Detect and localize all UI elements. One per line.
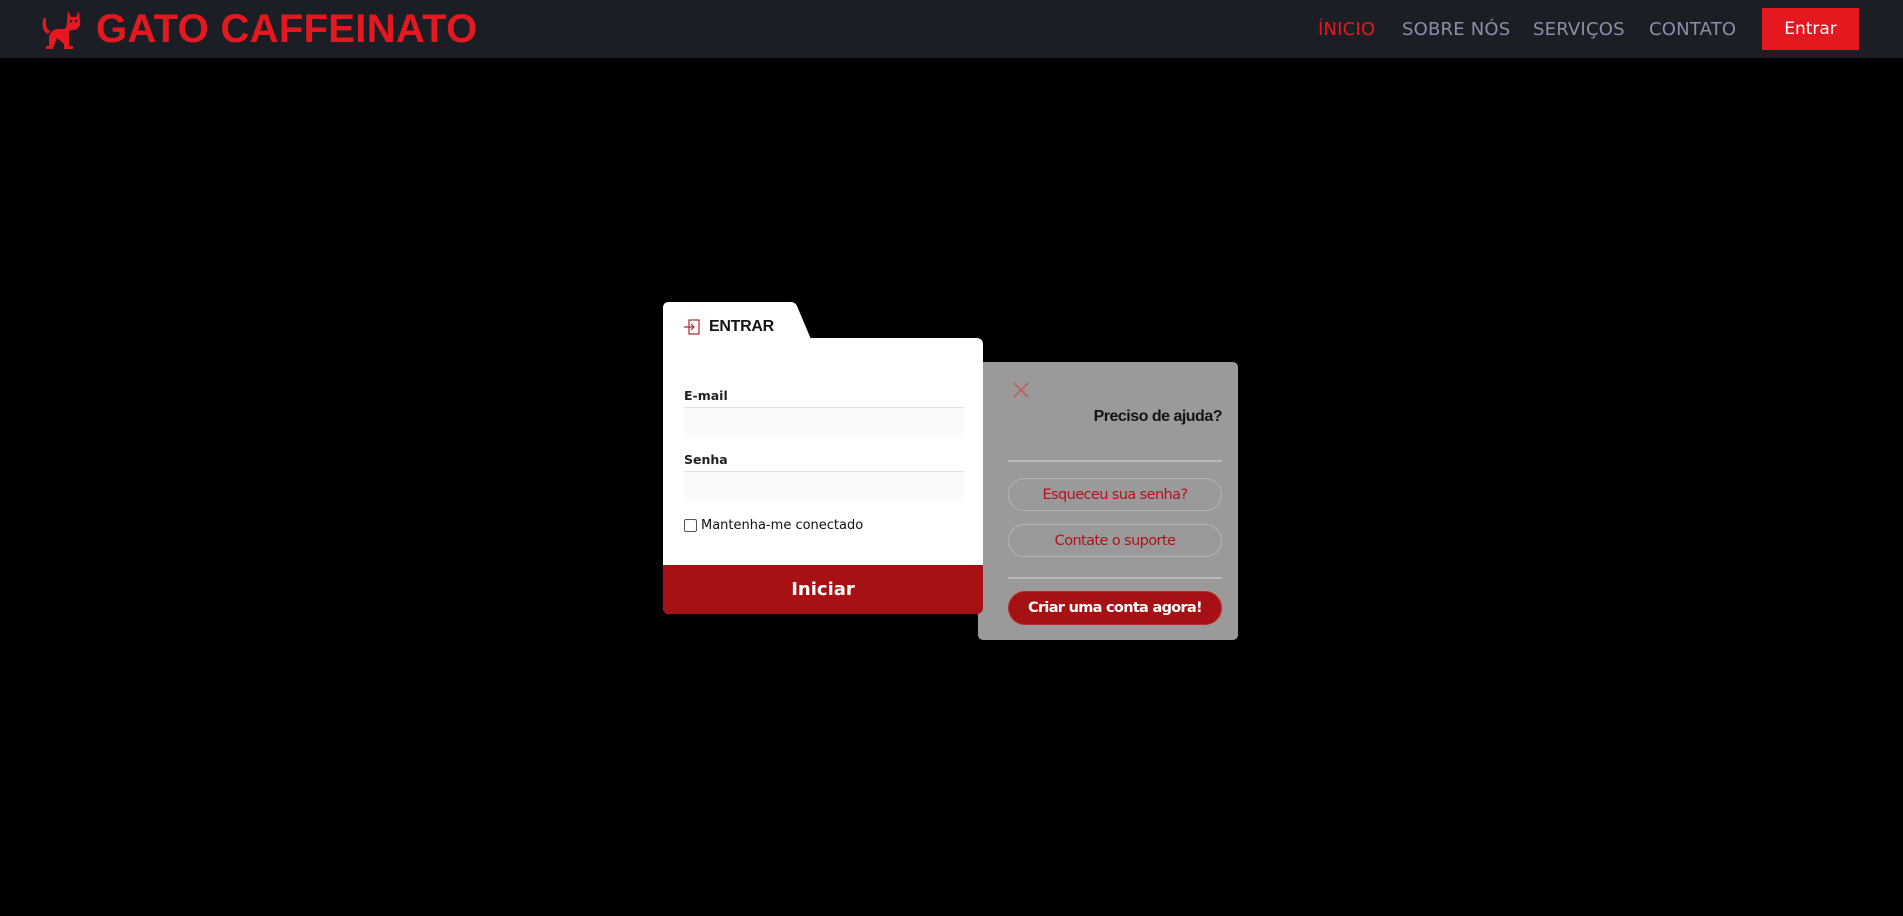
password-label: Senha (684, 452, 728, 467)
login-card: E-mail Senha Mantenha-me conectado Inici… (663, 338, 983, 614)
close-icon[interactable] (1011, 380, 1031, 400)
submit-login-button[interactable]: Iniciar (663, 565, 983, 614)
help-panel: Preciso de ajuda? Esqueceu sua senha? Co… (978, 362, 1238, 640)
contact-support-button[interactable]: Contate o suporte (1008, 524, 1222, 557)
cat-icon (42, 11, 81, 49)
nav-link-contato[interactable]: CONTATO (1649, 0, 1736, 58)
password-field[interactable] (684, 471, 964, 501)
nav-link-sobre-nos[interactable]: SOBRE NÓS (1402, 0, 1510, 58)
nav-link-inicio[interactable]: ÍNICIO (1318, 0, 1375, 58)
header-login-button[interactable]: Entrar (1762, 8, 1859, 50)
nav-link-servicos[interactable]: SERVIÇOS (1533, 0, 1625, 58)
help-title: Preciso de ajuda? (1093, 408, 1223, 425)
remember-me[interactable]: Mantenha-me conectado (684, 518, 863, 533)
login-icon (684, 319, 700, 335)
login-tab-title: ENTRAR (709, 318, 774, 335)
forgot-password-button[interactable]: Esqueceu sua senha? (1008, 478, 1222, 511)
brand-logo[interactable]: GATO CAFFEINATO (40, 8, 478, 50)
top-navbar: GATO CAFFEINATO ÍNICIO SOBRE NÓS SERVIÇO… (0, 0, 1903, 58)
divider (1008, 460, 1222, 462)
divider (1008, 577, 1222, 579)
brand-name: GATO CAFFEINATO (96, 7, 478, 51)
remember-label: Mantenha-me conectado (701, 518, 864, 533)
email-field[interactable] (684, 407, 964, 437)
remember-checkbox[interactable] (684, 519, 697, 532)
login-tab-label: ENTRAR (683, 316, 774, 338)
create-account-button[interactable]: Criar uma conta agora! (1008, 591, 1222, 625)
email-label: E-mail (684, 388, 728, 403)
